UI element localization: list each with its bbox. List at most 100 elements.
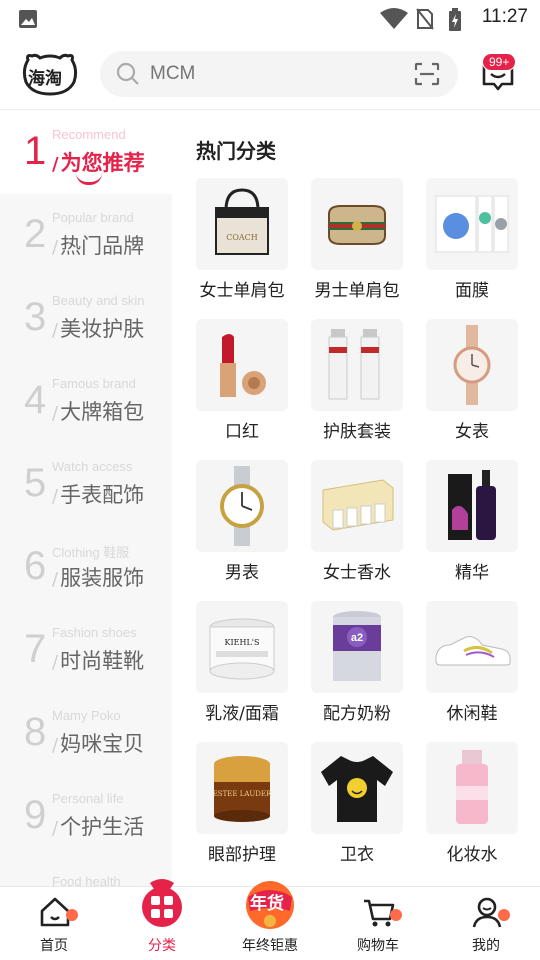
sidebar-item-beauty[interactable]: 3 Beauty and skin 美妆护肤	[0, 277, 172, 360]
sidebar-item-number: 4	[24, 378, 47, 422]
image-icon	[19, 10, 37, 28]
message-badge: 99+	[482, 53, 517, 71]
sidebar-item-clothing[interactable]: 6 Clothing 鞋服 服装服饰	[0, 526, 172, 609]
sidebar-item-en: Mamy Poko	[52, 708, 121, 723]
sidebar-item-label: 个护生活	[52, 811, 144, 841]
perfume-icon	[311, 460, 403, 552]
category-sidebar[interactable]: 1 Recommend 为您推荐 2 Popular brand 热门品牌 3 …	[0, 111, 172, 886]
sidebar-item-en: Watch access	[52, 459, 133, 474]
nav-cart[interactable]: 购物车	[324, 887, 432, 960]
sidebar-item-number: 1	[24, 129, 47, 173]
nav-label: 我的	[472, 938, 500, 954]
category-tile[interactable]: COACH 女士单肩包	[192, 178, 292, 308]
category-tile[interactable]: 休闲鞋	[422, 601, 522, 731]
sidebar-item-en: Popular brand	[52, 210, 134, 225]
category-label: 卫衣	[340, 845, 374, 865]
sidebar-item-recommend[interactable]: 1 Recommend 为您推荐	[0, 111, 172, 194]
category-tile[interactable]: 精华	[422, 460, 522, 590]
sidebar-item-label: 美妆护肤	[52, 313, 144, 343]
milk-powder-icon: a2	[311, 601, 403, 693]
category-label: 乳液/面霜	[205, 704, 279, 724]
category-label: 女士香水	[323, 563, 391, 583]
category-tile[interactable]: 面膜	[422, 178, 522, 308]
scan-icon[interactable]	[414, 62, 440, 86]
category-tile[interactable]: 化妆水	[422, 742, 522, 872]
category-icon	[142, 879, 182, 927]
category-content: 热门分类 COACH 女士单肩包 男士单肩包 面膜 口红 护肤套装 女表 男表 …	[172, 111, 540, 886]
sidebar-item-number: 3	[24, 295, 47, 339]
nav-profile[interactable]: 我的	[432, 887, 540, 960]
category-tile[interactable]: 男士单肩包	[307, 178, 407, 308]
logo-text: 海淘	[28, 69, 62, 89]
category-label: 女表	[455, 422, 489, 442]
sidebar-item-number: 5	[24, 461, 47, 505]
sidebar-item-label: 手表配饰	[52, 479, 144, 509]
category-tile[interactable]: 女表	[422, 319, 522, 449]
sidebar-item-baby[interactable]: 8 Mamy Poko 妈咪宝贝	[0, 692, 172, 775]
search-bar[interactable]	[100, 51, 458, 97]
cart-dot	[390, 909, 402, 921]
eye-cream-icon: ESTEE LAUDER	[196, 742, 288, 834]
sale-badge-text: 年货	[250, 894, 284, 914]
sidebar-item-label: 妈咪宝贝	[52, 728, 144, 758]
bottom-navigation: 首页 分类 年货 年终钜惠 购物车 我的	[0, 879, 540, 960]
category-tile[interactable]: KIEHL'S 乳液/面霜	[192, 601, 292, 731]
sidebar-item-label: 大牌箱包	[52, 396, 144, 426]
tote-bag-icon: COACH	[196, 178, 288, 270]
category-tile[interactable]: ESTEE LAUDER 眼部护理	[192, 742, 292, 872]
category-label: 休闲鞋	[446, 704, 498, 724]
sidebar-item-en: Famous brand	[52, 376, 136, 391]
search-icon	[116, 62, 139, 85]
category-label: 配方奶粉	[323, 704, 391, 724]
svg-text:KIEHL'S: KIEHL'S	[225, 638, 260, 647]
sidebar-item-popular-brand[interactable]: 2 Popular brand 热门品牌	[0, 194, 172, 277]
category-tile[interactable]: 卫衣	[307, 742, 407, 872]
sidebar-item-en: Fashion shoes	[52, 625, 137, 640]
category-tile[interactable]: 口红	[192, 319, 292, 449]
nav-new-year-sale[interactable]: 年货 年终钜惠	[216, 881, 324, 960]
nav-label: 年终钜惠	[242, 938, 298, 954]
category-label: 精华	[455, 563, 489, 583]
category-tile[interactable]: 男表	[192, 460, 292, 590]
nav-label: 首页	[40, 938, 68, 954]
category-label: 护肤套装	[323, 422, 391, 442]
battery-charging-icon	[449, 8, 461, 31]
wifi-icon	[380, 8, 408, 29]
category-tile[interactable]: 护肤套装	[307, 319, 407, 449]
nav-category[interactable]: 分类	[108, 879, 216, 960]
category-label: 眼部护理	[208, 845, 276, 865]
sidebar-item-label: 时尚鞋靴	[52, 645, 144, 675]
section-title: 热门分类	[196, 139, 276, 163]
sidebar-item-number: 7	[24, 627, 47, 671]
search-input[interactable]	[150, 51, 400, 97]
category-tile[interactable]: a2 配方奶粉	[307, 601, 407, 731]
sidebar-item-en: Beauty and skin	[52, 293, 145, 308]
serum-icon	[426, 460, 518, 552]
category-tile[interactable]: 女士香水	[307, 460, 407, 590]
cream-jar-icon: KIEHL'S	[196, 601, 288, 693]
app-logo[interactable]: 海淘	[22, 52, 78, 96]
sidebar-item-shoes[interactable]: 7 Fashion shoes 时尚鞋靴	[0, 609, 172, 692]
category-label: 男士单肩包	[314, 281, 400, 301]
category-label: 口红	[225, 422, 259, 442]
sidebar-item-number: 9	[24, 793, 47, 837]
status-bar: 11:27	[0, 0, 540, 38]
no-sim-icon	[416, 8, 434, 30]
category-label: 化妆水	[446, 845, 498, 865]
sidebar-item-number: 6	[24, 544, 47, 588]
sidebar-item-watches[interactable]: 5 Watch access 手表配饰	[0, 443, 172, 526]
sidebar-item-personal-care[interactable]: 9 Personal life 个护生活	[0, 775, 172, 858]
sweatshirt-icon	[311, 742, 403, 834]
sidebar-item-number: 2	[24, 212, 47, 256]
belt-bag-icon	[311, 178, 403, 270]
nav-home[interactable]: 首页	[0, 887, 108, 960]
svg-text:COACH: COACH	[226, 233, 258, 242]
face-mask-icon	[426, 178, 518, 270]
home-dot	[66, 909, 78, 921]
toner-icon	[426, 742, 518, 834]
sidebar-item-en: Recommend	[52, 127, 126, 142]
category-label: 面膜	[455, 281, 489, 301]
sidebar-item-en: Food health	[52, 874, 121, 886]
sidebar-item-en: Personal life	[52, 791, 124, 806]
sidebar-item-bags[interactable]: 4 Famous brand 大牌箱包	[0, 360, 172, 443]
